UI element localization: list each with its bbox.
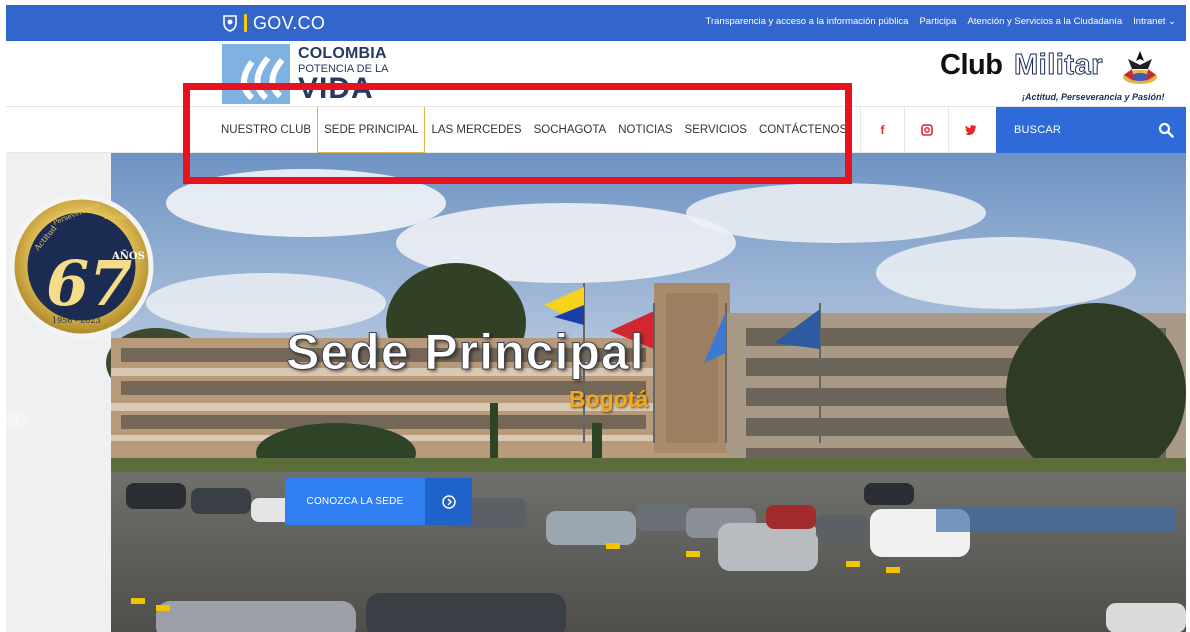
club-logo-militar: Militar xyxy=(1014,49,1103,82)
instagram-icon xyxy=(920,124,933,136)
colombia-logo-mark-icon xyxy=(222,44,290,104)
search-label: BUSCAR xyxy=(1014,124,1062,136)
club-logo-tagline: ¡Actitud, Perseverancia y Pasión! xyxy=(1022,92,1165,102)
chevron-left-icon: ‹ xyxy=(14,412,20,428)
badge-word-pasion: Pasión xyxy=(104,213,128,221)
slider-prev-button[interactable]: ‹ xyxy=(6,409,28,431)
hero-subtitle: Bogotá xyxy=(569,386,649,412)
nav-item-las-mercedes[interactable]: LAS MERCEDES xyxy=(425,107,527,153)
cta-arrow xyxy=(425,478,472,525)
anniversary-badge: Actitud Perseverancia Pasión 67 AÑOS 195… xyxy=(9,194,154,339)
main-navbar: NUESTRO CLUB SEDE PRINCIPAL LAS MERCEDES… xyxy=(6,107,1186,153)
hero-title: Sede Principal xyxy=(286,324,645,381)
cta-label: CONOZCA LA SEDE xyxy=(285,478,425,525)
twitter-icon xyxy=(964,124,976,135)
club-logo-club: Club xyxy=(940,49,1003,81)
eagle-emblem-icon xyxy=(1123,51,1157,84)
search-button[interactable]: BUSCAR xyxy=(996,107,1186,153)
nav-item-contactenos[interactable]: CONTÁCTENOS xyxy=(753,107,853,153)
conozca-la-sede-button[interactable]: CONOZCA LA SEDE xyxy=(285,478,472,525)
hero-slider: Sede Principal Bogotá CONOZCA LA SEDE ‹ xyxy=(6,153,1186,632)
search-icon xyxy=(1158,122,1174,138)
instagram-link[interactable] xyxy=(904,107,948,153)
gov-link-transparencia[interactable]: Transparencia y acceso a la información … xyxy=(706,16,909,27)
site-header: COLOMBIA POTENCIA DE LA VIDA Club Milita… xyxy=(6,41,1186,107)
gov-bar: GOV.CO Transparencia y acceso a la infor… xyxy=(6,5,1186,41)
arrow-circle-right-icon xyxy=(441,494,456,509)
nav-item-sede-principal[interactable]: SEDE PRINCIPAL xyxy=(317,107,426,153)
gov-link-atencion[interactable]: Atención y Servicios a la Ciudadanía xyxy=(967,16,1122,27)
gov-links: Transparencia y acceso a la información … xyxy=(706,16,1176,27)
gov-logo-separator xyxy=(244,14,247,32)
badge-range: 1956 - 2023 xyxy=(52,316,101,325)
nav-item-servicios[interactable]: SERVICIOS xyxy=(679,107,753,153)
gov-link-participa[interactable]: Participa xyxy=(919,16,956,27)
colombia-logo-line1: COLOMBIA xyxy=(298,45,387,62)
nav-item-nuestro-club[interactable]: NUESTRO CLUB xyxy=(215,107,317,153)
nav-item-noticias[interactable]: NOTICIAS xyxy=(612,107,678,153)
coat-of-arms-icon xyxy=(223,15,237,32)
facebook-icon: f xyxy=(880,123,885,137)
facebook-link[interactable]: f xyxy=(860,107,904,153)
gov-link-intranet[interactable]: Intranet ⌄ xyxy=(1133,16,1176,27)
twitter-link[interactable] xyxy=(948,107,992,153)
colombia-potencia-logo[interactable]: COLOMBIA POTENCIA DE LA VIDA xyxy=(222,44,402,106)
badge-years: AÑOS xyxy=(111,250,145,262)
club-militar-logo[interactable]: Club Militar ¡Actitud, Perseverancia y P… xyxy=(938,47,1174,103)
gov-co-logo[interactable]: GOV.CO xyxy=(222,12,325,34)
nav-menu: NUESTRO CLUB SEDE PRINCIPAL LAS MERCEDES… xyxy=(215,107,853,153)
colombia-logo-line3: VIDA xyxy=(298,72,374,105)
gov-logo-text: GOV.CO xyxy=(253,12,326,33)
nav-item-sochagota[interactable]: SOCHAGOTA xyxy=(528,107,613,153)
